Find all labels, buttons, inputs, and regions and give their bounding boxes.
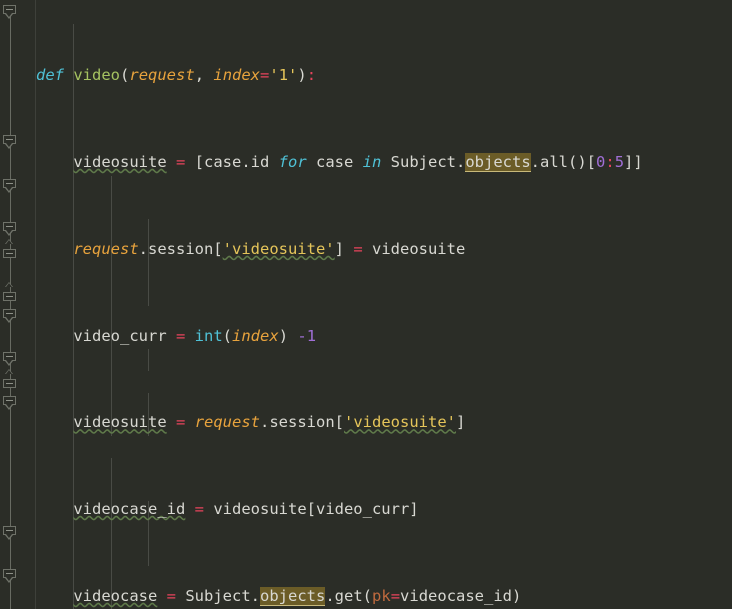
fold-marker-line-14[interactable]: [3, 282, 18, 302]
fold-marker-line-17[interactable]: [3, 352, 18, 367]
fold-marker-line-9[interactable]: [3, 178, 18, 194]
fold-marker-line-12[interactable]: [3, 238, 18, 259]
code-line-4[interactable]: video_curr = int(index) -1: [22, 326, 732, 348]
code-text-area[interactable]: def video(request, index='1'): videosuit…: [22, 0, 732, 609]
code-line-3[interactable]: request.session['videosuite'] = videosui…: [22, 239, 732, 261]
code-folding-gutter[interactable]: [0, 0, 22, 609]
code-line-6[interactable]: videocase_id = videosuite[video_curr]: [22, 499, 732, 521]
fold-marker-line-27[interactable]: [3, 569, 18, 584]
source-code[interactable]: def video(request, index='1'): videosuit…: [22, 0, 732, 609]
fold-marker-line-18[interactable]: [3, 368, 18, 389]
fold-marker-line-25[interactable]: [3, 525, 18, 541]
code-line-7[interactable]: videocase = Subject.objects.get(pk=video…: [22, 586, 732, 608]
code-editor[interactable]: def video(request, index='1'): videosuit…: [0, 0, 732, 609]
code-line-2[interactable]: videosuite = [case.id for case in Subjec…: [22, 152, 732, 174]
fold-marker-line-15[interactable]: [3, 308, 18, 324]
code-line-5[interactable]: videosuite = request.session['videosuite…: [22, 412, 732, 434]
fold-marker-line-1[interactable]: [3, 5, 18, 20]
fold-marker-line-19[interactable]: [3, 395, 18, 411]
fold-marker-line-7[interactable]: [3, 135, 18, 150]
fold-marker-line-11[interactable]: [3, 222, 18, 237]
code-line-1[interactable]: def video(request, index='1'):: [22, 65, 732, 87]
